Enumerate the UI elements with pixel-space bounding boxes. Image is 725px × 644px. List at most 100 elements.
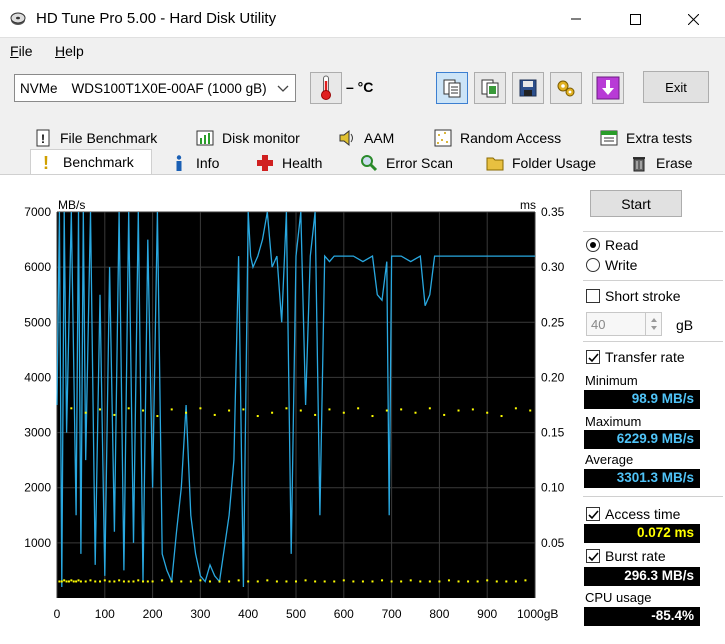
copy-screenshot-icon [481, 79, 499, 98]
minimize-icon [571, 18, 581, 20]
tab-disk-monitor[interactable]: Disk monitor [196, 125, 300, 150]
temperature-button[interactable] [310, 72, 342, 104]
menu-help[interactable]: Help [55, 43, 84, 59]
access-time-point [323, 580, 326, 583]
chevron-down-icon [277, 85, 289, 92]
access-time-point [266, 579, 269, 582]
title-bar: HD Tune Pro 5.00 - Hard Disk Utility [0, 0, 725, 38]
tab-file-benchmark[interactable]: ! File Benchmark [34, 125, 157, 150]
app-icon [10, 12, 26, 25]
checkmark-icon [587, 551, 599, 561]
access-time-point [127, 407, 130, 410]
access-time-point [295, 580, 297, 583]
access-time-point [285, 407, 288, 410]
access-time-point [428, 407, 431, 410]
burst-rate-value: 296.3 MB/s [584, 567, 700, 586]
tab-extra-tests[interactable]: Extra tests [600, 125, 692, 150]
burst-rate-box[interactable] [586, 549, 600, 563]
exit-button[interactable]: Exit [643, 71, 709, 103]
tab-health[interactable]: Health [256, 150, 322, 175]
write-radio-dot[interactable] [586, 258, 600, 272]
access-time-point [72, 580, 75, 583]
short-stroke-box[interactable] [586, 289, 600, 303]
save-button[interactable] [512, 72, 544, 104]
y-left-unit: MB/s [58, 198, 85, 212]
access-time-point [342, 411, 345, 414]
y-left-tick-label: 6000 [24, 260, 51, 274]
access-time-point [58, 580, 61, 583]
burst-rate-checkbox[interactable]: Burst rate [586, 548, 666, 564]
access-time-point [486, 411, 489, 414]
access-time-point [371, 580, 374, 583]
drive-select[interactable]: NVMe WDS100T1X0E-00AF (1000 gB) [14, 74, 296, 102]
tab-folder-usage[interactable]: Folder Usage [486, 150, 596, 175]
access-time-checkbox[interactable]: Access time [586, 506, 680, 522]
access-time-point [65, 580, 68, 583]
copy-info-button[interactable] [436, 72, 468, 104]
magnifier-icon [361, 154, 378, 171]
access-time-point [170, 580, 173, 583]
y-left-tick-label: 3000 [24, 426, 51, 440]
minimize-button[interactable] [553, 0, 599, 38]
tab-info[interactable]: Info [170, 150, 219, 175]
access-time-point [151, 580, 154, 583]
copy-screenshot-button[interactable] [474, 72, 506, 104]
access-time-point [180, 580, 183, 583]
tab-aam[interactable]: AAM [338, 125, 394, 150]
access-time-point [390, 580, 393, 583]
access-time-point [357, 407, 360, 410]
access-time-box[interactable] [586, 507, 600, 521]
x-tick-label: 300 [190, 607, 210, 621]
options-button[interactable] [550, 72, 582, 104]
access-time-point [342, 579, 345, 582]
health-cross-icon [257, 154, 273, 171]
access-time-point [467, 580, 470, 583]
tab-benchmark[interactable]: ! Benchmark [30, 149, 152, 174]
access-time-point [84, 411, 87, 414]
write-radio[interactable]: Write [586, 257, 637, 273]
transfer-rate-box[interactable] [586, 350, 600, 364]
y-right-tick-label: 0.15 [541, 426, 565, 440]
access-time-point [505, 580, 508, 583]
access-time-point [67, 580, 70, 583]
folder-icon [486, 157, 504, 170]
minimum-label: Minimum [585, 373, 638, 388]
transfer-rate-checkbox[interactable]: Transfer rate [586, 349, 685, 365]
download-button[interactable] [592, 72, 624, 104]
menu-file[interactable]: File [10, 43, 33, 59]
access-time-point [314, 580, 317, 583]
tab-error-scan[interactable]: Error Scan [360, 150, 453, 175]
access-time-point [208, 580, 211, 583]
read-radio[interactable]: Read [586, 237, 638, 253]
tab-random-access[interactable]: Random Access [434, 125, 561, 150]
access-time-point [500, 415, 503, 418]
access-time-point [99, 580, 102, 583]
access-time-point [495, 580, 498, 583]
maximize-button[interactable] [612, 0, 658, 38]
start-button[interactable]: Start [590, 190, 682, 217]
x-tick-label: 500 [286, 607, 306, 621]
access-time-point [275, 580, 278, 583]
short-stroke-unit: gB [676, 317, 694, 333]
short-stroke-checkbox[interactable]: Short stroke [586, 288, 680, 304]
separator [583, 280, 723, 281]
checkmark-icon [587, 509, 599, 519]
y-left-tick-label: 7000 [24, 205, 51, 219]
x-tick-label: 600 [334, 607, 354, 621]
tab-erase[interactable]: Erase [630, 150, 693, 175]
spinner-arrows [645, 313, 661, 335]
close-button[interactable] [670, 0, 716, 38]
x-tick-label: 700 [382, 607, 402, 621]
access-time-point [486, 579, 489, 582]
x-tick-label: 200 [143, 607, 163, 621]
access-time-point [457, 409, 460, 412]
access-time-point [443, 413, 446, 416]
drive-type: NVMe [20, 80, 58, 96]
access-time-point [75, 580, 78, 583]
access-time-point [60, 580, 63, 583]
trash-icon [633, 156, 645, 171]
access-time-point [122, 580, 125, 583]
access-time-point [256, 415, 259, 418]
read-radio-dot[interactable] [586, 238, 600, 252]
access-time-point [146, 580, 149, 583]
